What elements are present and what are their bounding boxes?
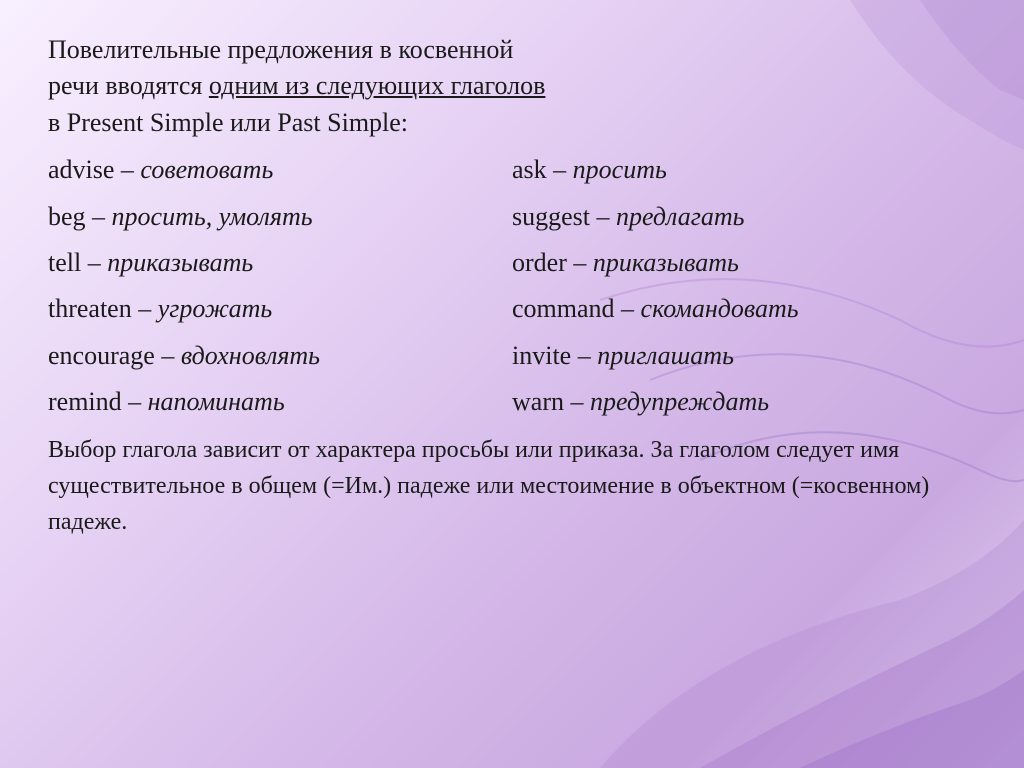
title-line1: Повелительные предложения в косвенной: [48, 32, 976, 68]
verb-left-3: threaten – угрожать: [48, 286, 512, 332]
verb-right-3: command – скомандовать: [512, 286, 976, 332]
verb-right-0: ask – просить: [512, 147, 976, 193]
title-line2: речи вводятся одним из следующих глаголо…: [48, 68, 976, 104]
verb-right-1: suggest – предлагать: [512, 194, 976, 240]
verb-left-4: encourage – вдохновлять: [48, 333, 512, 379]
verb-grid: advise – советоватьask – проситьbeg – пр…: [48, 147, 976, 425]
verb-right-5: warn – предупреждать: [512, 379, 976, 425]
footer-text: Выбор глагола зависит от характера прось…: [48, 432, 976, 540]
main-content: Повелительные предложения в косвенной ре…: [0, 0, 1024, 768]
title-line2-underlined: одним из следующих глаголов: [209, 71, 546, 100]
verb-right-4: invite – приглашать: [512, 333, 976, 379]
verb-left-1: beg – просить, умолять: [48, 194, 512, 240]
title-line2-prefix: речи вводятся: [48, 71, 209, 100]
verb-left-5: remind – напоминать: [48, 379, 512, 425]
title-line3: в Present Simple или Past Simple:: [48, 105, 976, 141]
title-block: Повелительные предложения в косвенной ре…: [48, 32, 976, 141]
verb-left-0: advise – советовать: [48, 147, 512, 193]
verb-left-2: tell – приказывать: [48, 240, 512, 286]
verb-right-2: order – приказывать: [512, 240, 976, 286]
